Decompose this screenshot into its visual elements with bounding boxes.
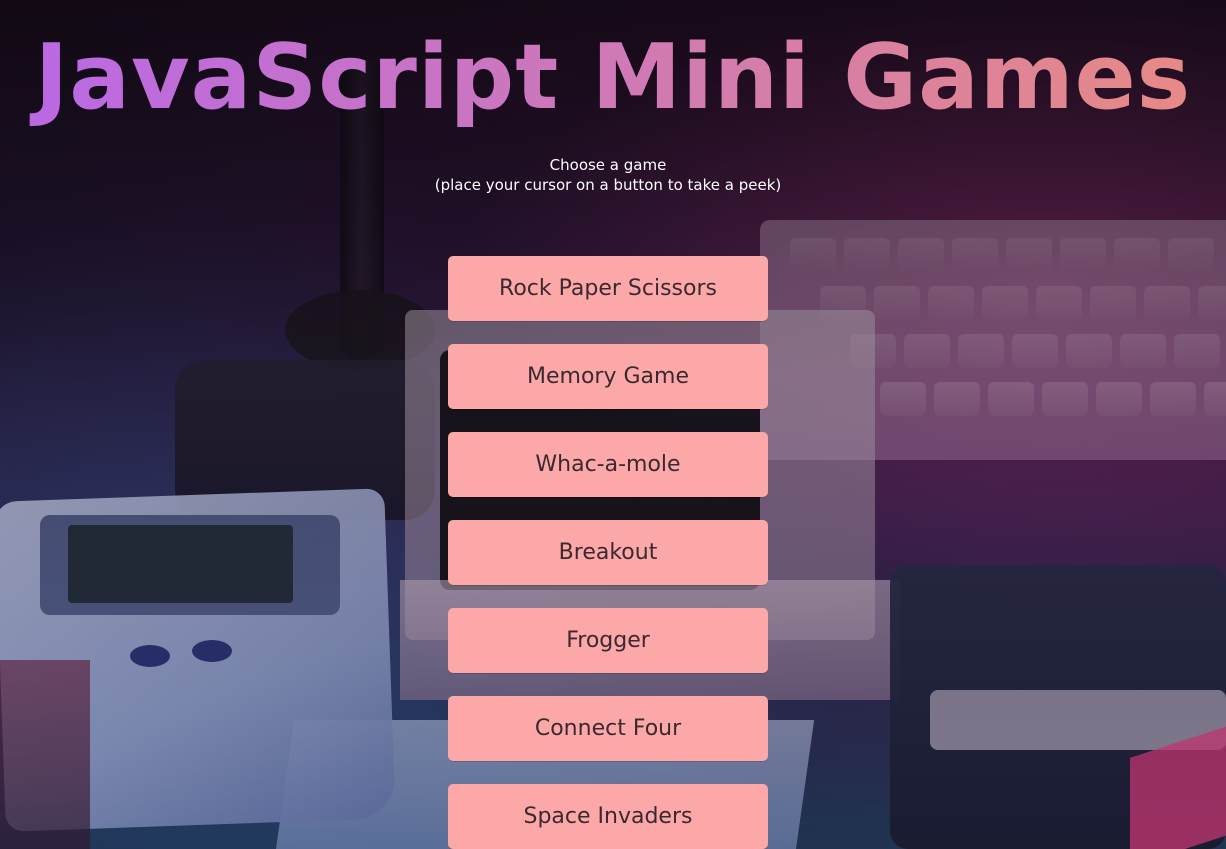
page-title: JavaScript Mini Games — [0, 18, 1226, 138]
instructions: Choose a game (place your cursor on a bu… — [0, 155, 1216, 195]
game-button-frogger[interactable]: Frogger — [448, 608, 768, 673]
instructions-line-1: Choose a game — [549, 156, 667, 174]
main-content: JavaScript Mini Games Choose a game (pla… — [0, 0, 1226, 849]
game-button-memory-game[interactable]: Memory Game — [448, 344, 768, 409]
instructions-line-2: (place your cursor on a button to take a… — [434, 176, 782, 194]
game-list: Rock Paper Scissors Memory Game Whac-a-m… — [448, 256, 768, 849]
game-button-breakout[interactable]: Breakout — [448, 520, 768, 585]
game-button-connect-four[interactable]: Connect Four — [448, 696, 768, 761]
game-button-rock-paper-scissors[interactable]: Rock Paper Scissors — [448, 256, 768, 321]
game-button-space-invaders[interactable]: Space Invaders — [448, 784, 768, 849]
game-button-whac-a-mole[interactable]: Whac-a-mole — [448, 432, 768, 497]
